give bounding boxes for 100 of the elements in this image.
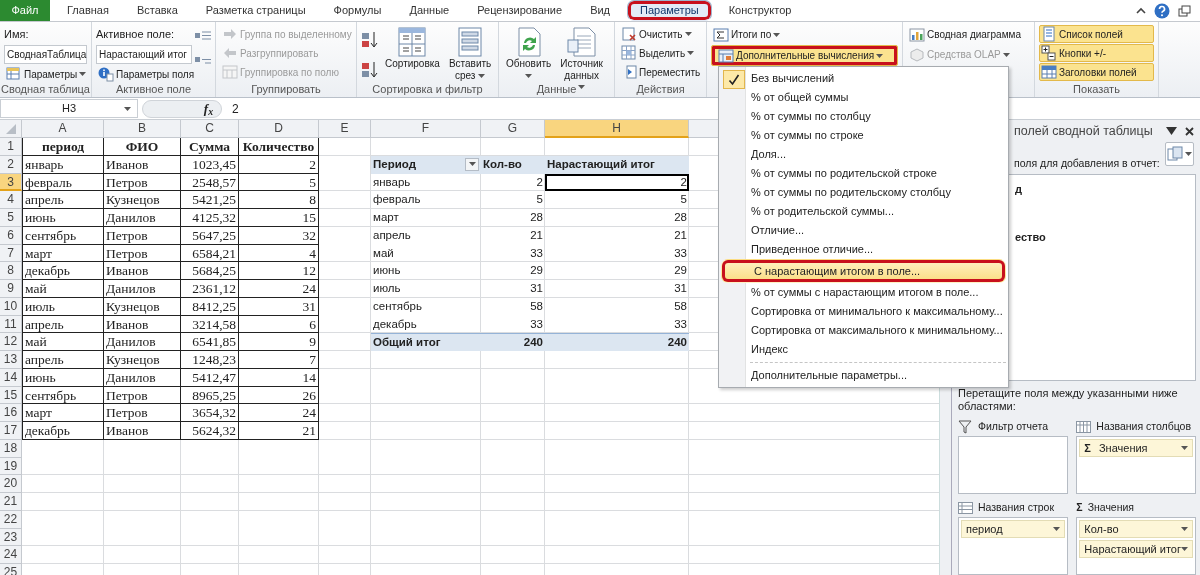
table-cell: ФИО (104, 138, 181, 156)
group-label: Активное поле (115, 83, 191, 95)
table-cell: 5412,47 (181, 368, 239, 387)
table-cell: 9 (239, 333, 319, 351)
panel-title: полей сводной таблицы (1014, 122, 1153, 140)
table-cell: Петров (104, 173, 181, 192)
table-cell: 4125,32 (181, 209, 239, 227)
table-cell: Количество (239, 138, 319, 156)
table-cell-text: 33 (673, 316, 688, 332)
table-cell: 31 (239, 297, 319, 316)
group-label: Данные (536, 83, 577, 95)
table-cell: Петров (104, 244, 181, 263)
table-cell: май (22, 280, 104, 298)
table-cell: Кузнецов (104, 191, 181, 209)
table-cell-text: 28 (673, 210, 688, 225)
table-cell: 240 (481, 333, 545, 351)
table-cell: Иванов (104, 315, 181, 334)
table-cell-text: 5 (679, 192, 688, 208)
table-cell: Данилов (104, 368, 181, 387)
table-cell: 2 (545, 173, 689, 192)
group-label: Сортировка и фильтр (372, 83, 483, 95)
table-cell-text: 29 (673, 263, 688, 279)
table-cell: февраль (22, 173, 104, 192)
table-cell: 1248,23 (181, 351, 239, 369)
table-cell-text: декабрь (372, 316, 418, 332)
table-cell: 4 (239, 244, 319, 263)
table-cell: Иванов (104, 262, 181, 280)
table-cell: март (22, 404, 104, 422)
table-cell: 24 (239, 404, 319, 422)
table-cell-text: май (372, 245, 395, 261)
table-cell-text: 2 (535, 174, 544, 190)
table-cell: Кол-во (481, 155, 545, 174)
table-cell-text: сентябрь (372, 298, 423, 314)
table-cell: май (22, 333, 104, 351)
field-label: Нарастающий итог (1084, 542, 1181, 555)
table-cell-text: 33 (529, 316, 544, 332)
table-cell: Петров (104, 386, 181, 405)
table-cell: Иванов (104, 422, 181, 440)
table-cell: 240 (545, 333, 689, 351)
table-cell: 6 (239, 315, 319, 334)
table-cell: апрель (22, 351, 104, 369)
table-cell: 26 (239, 386, 319, 405)
table-cell-text: 58 (529, 298, 544, 314)
group-label: Группировать (251, 83, 321, 95)
table-cell: период (22, 138, 104, 156)
sigma-symbol: Σ (1076, 499, 1083, 515)
table-cell: декабрь (22, 422, 104, 440)
table-cell: 8965,25 (181, 386, 239, 405)
table-cell-text: 21 (673, 227, 688, 243)
table-cell: 5647,25 (181, 226, 239, 245)
table-cell: 12 (239, 262, 319, 280)
table-cell-text: 5 (535, 192, 544, 208)
table-cell: апрель (22, 191, 104, 209)
table-cell: 14 (239, 368, 319, 387)
table-cell: апрель (22, 315, 104, 334)
table-cell-text: 31 (529, 281, 544, 296)
table-cell-text: 28 (529, 210, 544, 225)
table-cell-text: 58 (673, 298, 688, 314)
table-cell: 7 (239, 351, 319, 369)
table-cell-text: 29 (529, 263, 544, 279)
field-label: период (966, 522, 1003, 535)
table-cell: январь (22, 155, 104, 174)
table-cell: Данилов (104, 280, 181, 298)
table-cell: 3214,58 (181, 315, 239, 334)
table-cell-text: июль (372, 281, 402, 296)
sigma-symbol: Σ (1084, 441, 1091, 454)
group-label: Действия (636, 83, 685, 95)
table-cell: Общий итог (371, 333, 481, 351)
table-cell: 2548,57 (181, 173, 239, 192)
table-cell: 6584,21 (181, 244, 239, 263)
table-cell-text: 21 (529, 227, 544, 243)
area-title: Названия столбцов (1096, 418, 1192, 434)
table-cell: Иванов (104, 155, 181, 174)
table-cell: 32 (239, 226, 319, 245)
field-label: Имя: (4, 27, 30, 42)
table-cell: Нарастающий итог (545, 155, 689, 174)
table-cell-text: апрель (372, 227, 412, 243)
table-cell: 5624,32 (181, 422, 239, 440)
field-label: Значения (1098, 441, 1148, 454)
table-cell: сентябрь (22, 226, 104, 245)
table-cell: 2 (239, 155, 319, 174)
table-cell: Данилов (104, 333, 181, 351)
table-cell: Сумма (181, 138, 239, 156)
table-cell: декабрь (22, 262, 104, 280)
table-cell: 21 (239, 422, 319, 440)
table-cell: 5421,25 (181, 191, 239, 209)
table-cell-text: 33 (529, 245, 544, 261)
table-cell: 24 (239, 280, 319, 298)
table-cell: сентябрь (22, 386, 104, 405)
table-cell: 3654,32 (181, 404, 239, 422)
table-cell: Период (373, 157, 416, 170)
table-cell: 6541,85 (181, 333, 239, 351)
area-title: Значения (1087, 499, 1135, 515)
table-cell: июль (22, 297, 104, 316)
table-cell: Петров (104, 226, 181, 245)
table-cell: 2361,12 (181, 280, 239, 298)
table-cell-text: март (372, 210, 400, 225)
table-cell: 8412,25 (181, 297, 239, 316)
table-cell-text: 33 (673, 245, 688, 261)
instruction-text: поля для добавления в отчет: (1014, 156, 1160, 172)
